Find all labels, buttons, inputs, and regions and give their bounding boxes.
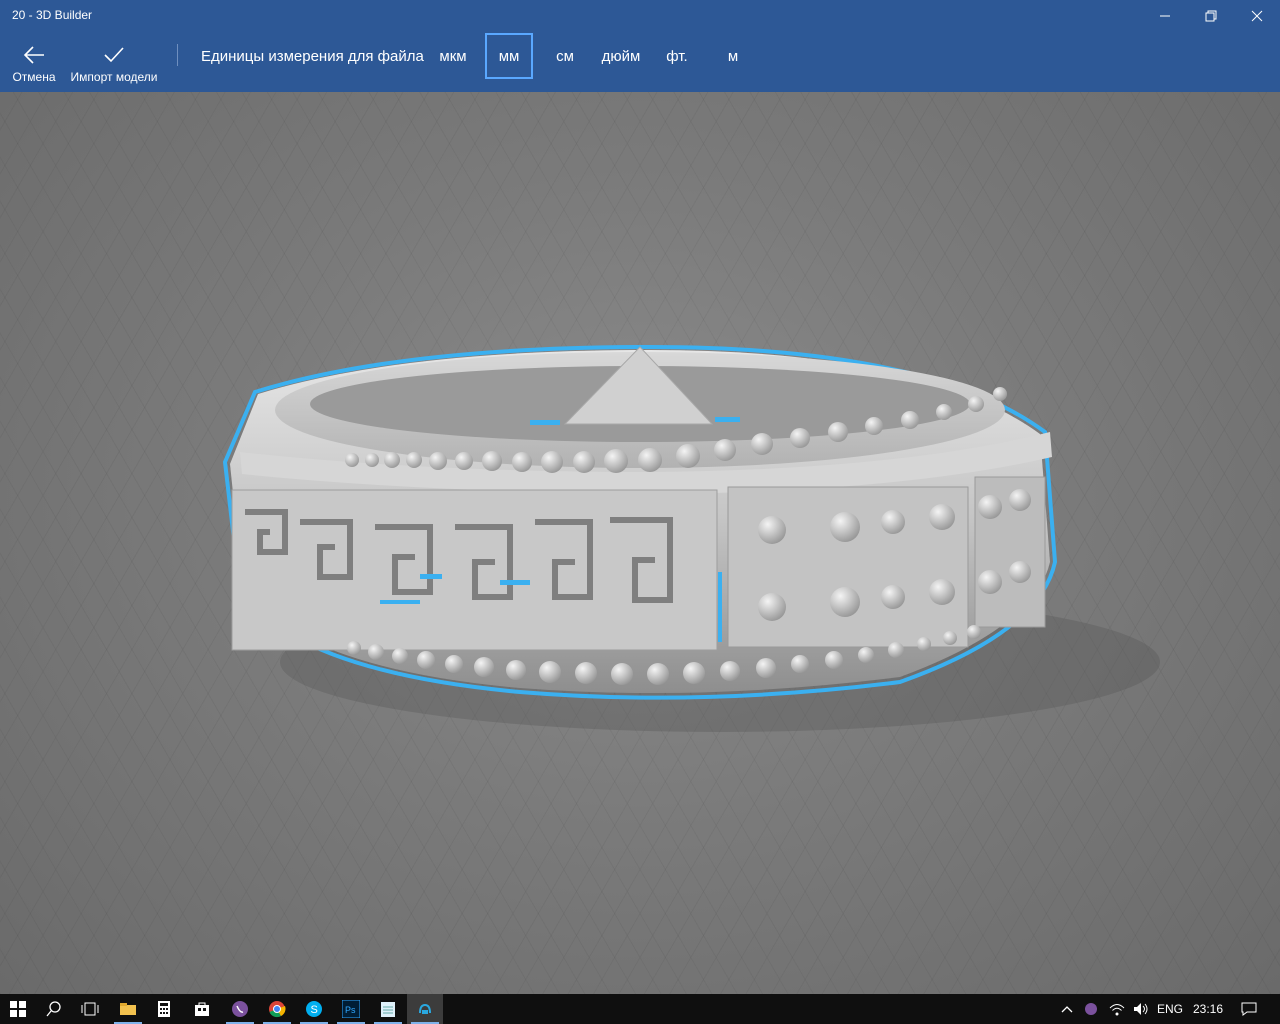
file-explorer-button[interactable] — [110, 994, 146, 1024]
notepad-icon — [381, 1002, 395, 1017]
restore-button[interactable] — [1188, 0, 1234, 32]
skype-icon: S — [306, 1001, 322, 1017]
3d-viewport[interactable] — [0, 92, 1280, 994]
chrome-button[interactable] — [259, 994, 295, 1024]
volume-button[interactable] — [1126, 994, 1156, 1024]
cancel-button[interactable]: Отмена — [8, 40, 60, 84]
chrome-icon — [269, 1001, 286, 1018]
windows-start-icon — [10, 1001, 26, 1017]
unit-option-ft[interactable]: фт. — [654, 33, 700, 79]
toolbar-separator — [177, 44, 178, 66]
photoshop-icon: Ps — [342, 1000, 360, 1018]
minimize-button[interactable] — [1142, 0, 1188, 32]
start-button[interactable] — [0, 994, 36, 1024]
import-model-button[interactable]: Импорт модели — [66, 40, 162, 84]
3d-builder-icon — [419, 1003, 431, 1014]
photoshop-button[interactable]: Ps — [333, 994, 369, 1024]
checkmark-icon — [104, 47, 124, 63]
app-header: 20 - 3D Builder Отмена Импорт модели Еди… — [0, 0, 1280, 92]
svg-text:S: S — [311, 1004, 318, 1016]
file-explorer-icon — [120, 1003, 136, 1015]
viber-button[interactable] — [222, 994, 258, 1024]
viber-tray-icon — [1085, 1003, 1097, 1015]
store-icon — [195, 1002, 209, 1016]
back-arrow-icon — [23, 46, 44, 64]
close-icon — [1251, 10, 1263, 22]
search-button[interactable] — [36, 994, 72, 1024]
notepad-button[interactable] — [370, 994, 406, 1024]
unit-option-mkm[interactable]: мкм — [430, 33, 476, 79]
search-icon — [46, 1001, 61, 1017]
cancel-label: Отмена — [12, 70, 56, 84]
import-label: Импорт модели — [70, 70, 158, 84]
unit-option-m[interactable]: м — [710, 33, 756, 79]
speaker-icon — [1134, 1003, 1148, 1015]
3d-builder-button[interactable] — [407, 994, 443, 1024]
notification-icon — [1241, 1002, 1257, 1016]
language-indicator[interactable]: ENG — [1157, 1002, 1183, 1016]
close-button[interactable] — [1234, 0, 1280, 32]
task-view-button[interactable] — [72, 994, 108, 1024]
viber-icon — [232, 1001, 248, 1017]
skype-button[interactable]: S — [296, 994, 332, 1024]
calculator-icon — [158, 1001, 170, 1017]
store-button[interactable] — [184, 994, 220, 1024]
restore-icon — [1205, 10, 1217, 22]
action-center-button[interactable] — [1232, 994, 1266, 1024]
chevron-up-icon — [1061, 1006, 1073, 1013]
wifi-icon — [1109, 1004, 1125, 1016]
task-view-icon — [81, 1002, 99, 1016]
units-label: Единицы измерения для файла — [201, 48, 424, 65]
svg-text:Ps: Ps — [345, 1005, 356, 1015]
unit-option-cm[interactable]: см — [542, 33, 588, 79]
unit-option-mm[interactable]: мм — [485, 33, 533, 79]
minimize-icon — [1160, 15, 1170, 17]
ring-model[interactable] — [0, 92, 1280, 994]
taskbar: S Ps ENG 23:16 — [0, 994, 1280, 1024]
unit-option-inch[interactable]: дюйм — [596, 33, 646, 79]
clock[interactable]: 23:16 — [1193, 1002, 1223, 1016]
calculator-button[interactable] — [146, 994, 182, 1024]
window-title: 20 - 3D Builder — [12, 8, 93, 22]
